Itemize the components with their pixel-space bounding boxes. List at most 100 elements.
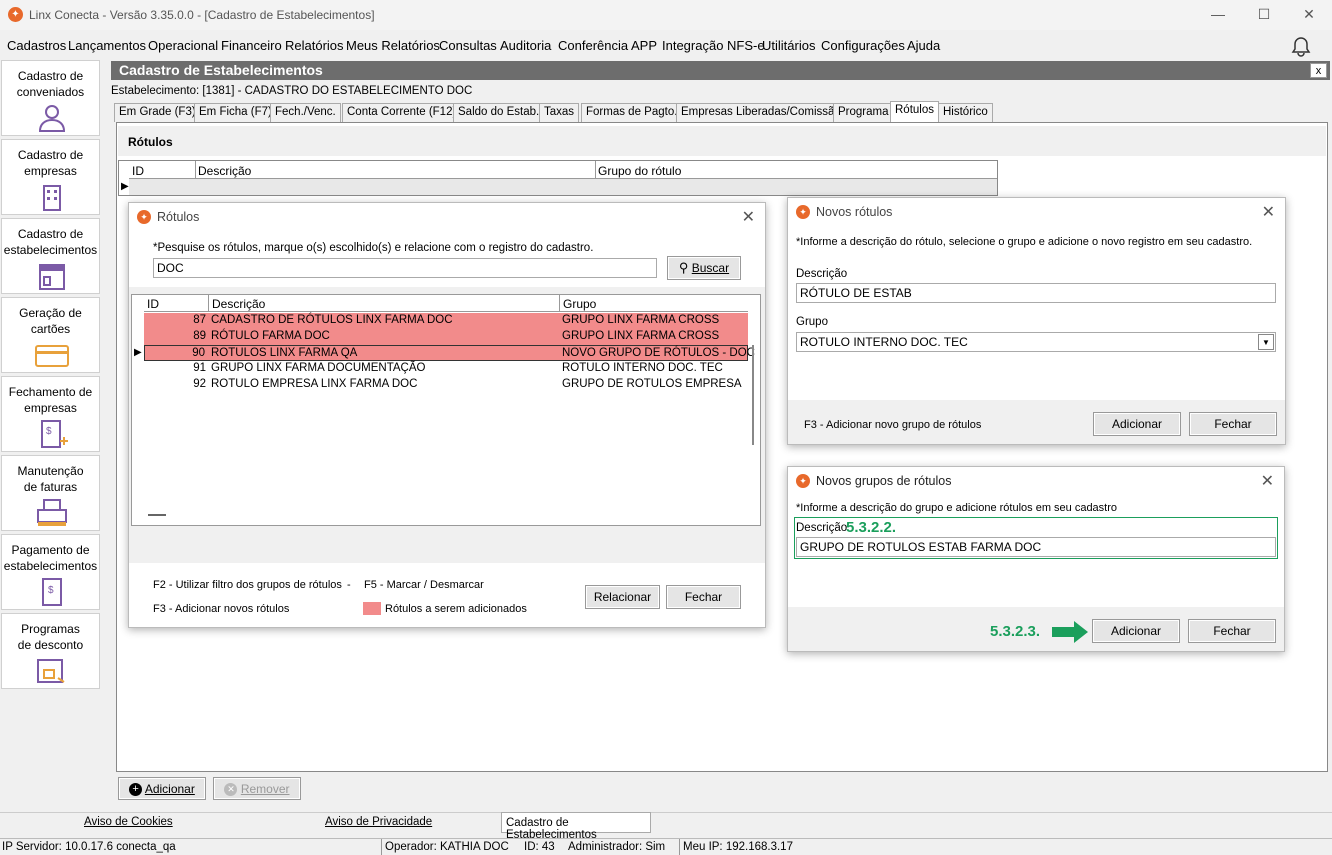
sidebar-label: Cadastro de	[17, 227, 84, 241]
results-table: ID Descrição Grupo 87 CADASTRO DE RÓTULO…	[131, 294, 761, 526]
sidebar-label: empresas	[24, 164, 77, 178]
search-button[interactable]: ⚲ Buscar	[667, 256, 741, 280]
tab-rotulos[interactable]: Rótulos	[890, 101, 939, 122]
menu-cadastros[interactable]: Cadastros	[7, 38, 66, 53]
remove-button-label: Remover	[240, 782, 290, 796]
col-group: Grupo	[559, 295, 599, 312]
ip-info: Meu IP: 192.168.3.17	[679, 839, 796, 855]
sidebar-item-empresas[interactable]: Cadastro de empresas	[1, 139, 100, 215]
menu-conferencia[interactable]: Conferência	[558, 38, 628, 53]
hint-separator: -	[347, 579, 351, 591]
novos-rotulos-dialog: ✦ Novos rótulos ✕ *Informe a descrição d…	[787, 197, 1286, 445]
menu-operacional[interactable]: Operacional	[148, 38, 218, 53]
cell-group: GRUPO DE ROTULOS EMPRESA	[562, 378, 742, 390]
add-button[interactable]: + Adicionar	[118, 777, 206, 800]
f5-hint: F5 - Marcar / Desmarcar	[364, 579, 484, 591]
search-input[interactable]: DOC	[153, 258, 657, 278]
horizontal-scrollbar[interactable]	[148, 514, 166, 516]
group-desc-input[interactable]: GRUPO DE ROTULOS ESTAB FARMA DOC	[796, 537, 1276, 557]
fechar-button[interactable]: Fechar	[666, 585, 741, 609]
cell-desc: GRUPO LINX FARMA DOCUMENTAÇÃO	[211, 362, 426, 374]
adicionar-button[interactable]: Adicionar	[1092, 619, 1180, 643]
menu-relatorios[interactable]: Relatórios	[285, 38, 344, 53]
menu-consultas[interactable]: Consultas	[439, 38, 497, 53]
form-close-button[interactable]: x	[1310, 63, 1327, 78]
cookies-link[interactable]: Aviso de Cookies	[84, 816, 173, 828]
cell-desc: ROTULO EMPRESA LINX FARMA DOC	[211, 378, 418, 390]
section-title: Rótulos	[118, 126, 1326, 156]
tab-fech-venc[interactable]: Fech./Venc.	[270, 103, 341, 122]
sidebar-item-cartoes[interactable]: Geração de cartões	[1, 297, 100, 373]
table-row[interactable]: 91 GRUPO LINX FARMA DOCUMENTAÇÃO ROTULO …	[144, 361, 748, 377]
menu-utilitarios[interactable]: Utilitários	[762, 38, 815, 53]
sidebar-item-fechamento[interactable]: Fechamento de empresas $	[1, 376, 100, 452]
user-icon	[38, 105, 66, 132]
maximize-button[interactable]: ☐	[1253, 4, 1275, 24]
menu-integracao[interactable]: Integração NFS-e	[662, 38, 765, 53]
privacy-link[interactable]: Aviso de Privacidade	[325, 816, 432, 828]
group-select[interactable]: ROTULO INTERNO DOC. TEC ▼	[796, 332, 1276, 352]
tab-em-grade[interactable]: Em Grade (F3)	[114, 103, 201, 122]
tab-taxas[interactable]: Taxas	[539, 103, 580, 122]
app-logo-icon: ✦	[8, 7, 23, 22]
status-bar: Aviso de Cookies Aviso de Privacidade Ca…	[0, 812, 1332, 841]
open-form-tab[interactable]: Cadastro de Estabelecimentos	[501, 812, 651, 841]
menu-configuracoes[interactable]: Configurações	[821, 38, 905, 53]
close-icon[interactable]: ✕	[1261, 471, 1274, 491]
cell-id: 92	[193, 378, 206, 390]
tab-empresas-liberadas[interactable]: Empresas Liberadas/Comissão	[676, 103, 846, 122]
legend-swatch	[363, 602, 381, 615]
menu-financeiro[interactable]: Financeiro	[221, 38, 282, 53]
sidebar-item-estabelecimentos[interactable]: Cadastro de estabelecimentos	[1, 218, 100, 294]
desc-input[interactable]: RÓTULO DE ESTAB	[796, 283, 1276, 303]
menu-lancamentos[interactable]: Lançamentos	[68, 38, 146, 53]
f3-hint: F3 - Adicionar novos rótulos	[153, 603, 290, 615]
sidebar-label: de desconto	[17, 638, 84, 652]
tab-conta-corrente[interactable]: Conta Corrente (F12)	[342, 103, 462, 122]
grid-empty-row[interactable]	[129, 179, 997, 195]
menu-app[interactable]: APP	[631, 38, 657, 53]
tab-historico[interactable]: Histórico	[938, 103, 993, 122]
server-info: IP Servidor: 10.0.17.6 conecta_qa	[2, 841, 176, 853]
cell-id: 90	[192, 347, 205, 359]
fechar-button[interactable]: Fechar	[1189, 412, 1277, 436]
search-button-label: Buscar	[691, 261, 730, 275]
tab-formas-pagto[interactable]: Formas de Pagto.	[581, 103, 683, 122]
relacionar-button[interactable]: Relacionar	[585, 585, 660, 609]
form-header: Cadastro de Estabelecimentos	[111, 61, 1330, 80]
remove-button[interactable]: ✕ Remover	[213, 777, 301, 800]
close-icon[interactable]: ✕	[742, 207, 755, 227]
close-icon[interactable]: ✕	[1262, 202, 1275, 222]
sidebar-item-pagamento[interactable]: Pagamento de estabelecimentos $	[1, 534, 100, 610]
menu-ajuda[interactable]: Ajuda	[907, 38, 940, 53]
bell-icon[interactable]	[1291, 35, 1311, 57]
sidebar-item-conveniados[interactable]: Cadastro de conveniados	[1, 60, 100, 136]
tab-programa[interactable]: Programa	[833, 103, 894, 122]
app-logo-icon: ✦	[796, 474, 810, 488]
sidebar-item-faturas[interactable]: Manutenção de faturas	[1, 455, 100, 531]
legend-label: Rótulos a serem adicionados	[385, 603, 527, 615]
dialog-titlebar: ✦ Rótulos ✕	[129, 203, 765, 231]
novos-grupos-dialog: ✦ Novos grupos de rótulos ✕ *Informe a d…	[787, 466, 1285, 652]
col-id: ID	[147, 297, 159, 311]
close-window-button[interactable]: ✕	[1298, 4, 1320, 24]
tab-saldo[interactable]: Saldo do Estab.	[453, 103, 545, 122]
add-button-label: Adicionar	[144, 782, 195, 796]
annotation-step-1: 5.3.2.2.	[846, 519, 897, 536]
cell-group: GRUPO LINX FARMA CROSS	[562, 330, 720, 342]
sidebar-item-desconto[interactable]: Programas de desconto	[1, 613, 100, 689]
adicionar-button[interactable]: Adicionar	[1093, 412, 1181, 436]
minimize-button[interactable]: —	[1207, 4, 1229, 24]
menu-auditoria[interactable]: Auditoria	[500, 38, 551, 53]
vertical-scrollbar[interactable]	[752, 345, 754, 445]
menu-meus-relatorios[interactable]: Meus Relatórios	[346, 38, 440, 53]
chevron-down-icon[interactable]: ▼	[1258, 334, 1274, 350]
table-row[interactable]: 89 RÓTULO FARMA DOC GRUPO LINX FARMA CRO…	[144, 329, 748, 345]
results-header: ID Descrição Grupo	[144, 295, 748, 312]
sidebar: Cadastro de conveniados Cadastro de empres…	[0, 58, 106, 810]
table-row[interactable]: 92 ROTULO EMPRESA LINX FARMA DOC GRUPO D…	[144, 377, 748, 393]
fechar-button[interactable]: Fechar	[1188, 619, 1276, 643]
table-row[interactable]: 90 ROTULOS LINX FARMA QA NOVO GRUPO DE R…	[144, 345, 755, 361]
tab-em-ficha[interactable]: Em Ficha (F7)	[194, 103, 277, 122]
table-row[interactable]: 87 CADASTRO DE RÓTULOS LINX FARMA DOC GR…	[144, 313, 748, 329]
